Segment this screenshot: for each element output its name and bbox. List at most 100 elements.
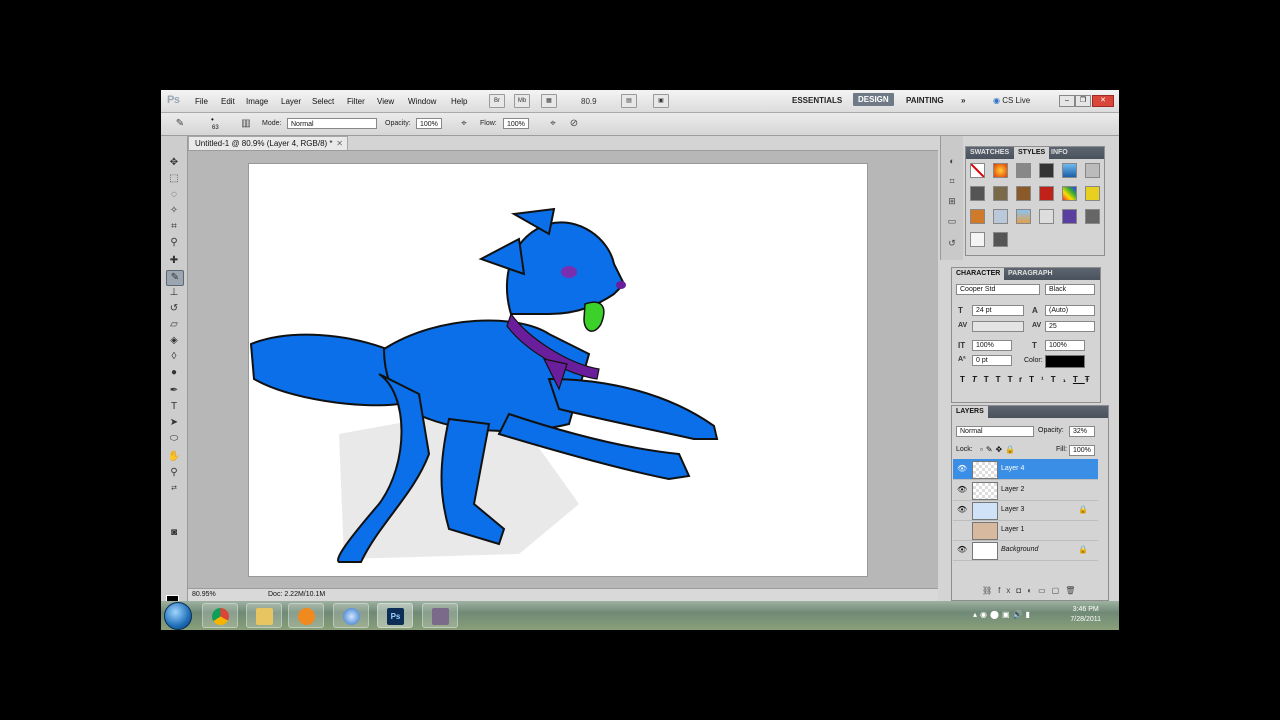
style-swatch[interactable]: [1016, 163, 1031, 178]
hand-tool-icon[interactable]: ✋: [166, 450, 182, 464]
cs-live-button[interactable]: ◉ CS Live: [993, 96, 1030, 105]
tablet-pressure-icon[interactable]: ⊘: [567, 117, 581, 131]
crop-tool-icon[interactable]: ⌗: [166, 220, 182, 234]
kerning-field[interactable]: [972, 321, 1024, 332]
font-size-field[interactable]: 24 pt: [972, 305, 1024, 316]
mini-bridge-icon[interactable]: ▭: [945, 214, 959, 228]
bridge-button[interactable]: Br: [489, 94, 505, 108]
add-mask-icon[interactable]: ◘: [1016, 586, 1027, 595]
marquee-tool-icon[interactable]: ⬚: [166, 172, 182, 186]
layer-row-background[interactable]: 👁 Background 🔒: [953, 540, 1098, 561]
style-swatch[interactable]: [1085, 186, 1100, 201]
strikethrough-button[interactable]: Ŧ: [1085, 375, 1097, 384]
lock-options-icon[interactable]: ▫✎✥🔒: [980, 445, 1018, 454]
style-swatch[interactable]: [1039, 186, 1054, 201]
airbrush-pressure-icon[interactable]: ⌖: [457, 117, 471, 131]
adjust-panel-icon[interactable]: ⊞: [945, 194, 959, 208]
layer-opacity-field[interactable]: 32%: [1069, 426, 1095, 437]
paint-bucket-tool-icon[interactable]: ◈: [166, 334, 182, 348]
visibility-eye-icon[interactable]: 👁: [957, 464, 967, 474]
tab-info[interactable]: INFO: [1047, 147, 1072, 159]
eyedropper-tool-icon[interactable]: ⚲: [166, 236, 182, 250]
vertical-scale-field[interactable]: 100%: [972, 340, 1012, 351]
style-none[interactable]: [970, 163, 985, 178]
canvas[interactable]: [249, 164, 867, 576]
taskbar-itunes[interactable]: [333, 603, 369, 628]
tab-styles[interactable]: STYLES: [1014, 147, 1050, 159]
blur-tool-icon[interactable]: ◊: [166, 350, 182, 364]
layer-name[interactable]: Layer 3: [1001, 506, 1024, 513]
style-swatch[interactable]: [1062, 163, 1077, 178]
more-workspaces-button[interactable]: »: [961, 96, 965, 105]
menu-layer[interactable]: Layer: [281, 97, 301, 106]
type-tool-icon[interactable]: T: [166, 400, 182, 414]
subscript-button[interactable]: T₁: [1051, 375, 1073, 384]
brush-tool-preset-icon[interactable]: ✎: [173, 117, 187, 131]
superscript-button[interactable]: T¹: [1029, 375, 1051, 384]
transform-panel-icon[interactable]: ⌗: [945, 174, 959, 188]
screen-mode-icon[interactable]: ▣: [653, 94, 669, 108]
blend-mode-select[interactable]: Normal: [956, 426, 1034, 437]
underline-button[interactable]: T: [1073, 375, 1085, 384]
menu-file[interactable]: File: [195, 97, 208, 106]
style-swatch[interactable]: [970, 209, 985, 224]
new-group-icon[interactable]: ▭: [1038, 586, 1052, 595]
baseline-shift-field[interactable]: 0 pt: [972, 355, 1012, 366]
zoom-percentage[interactable]: 80.95%: [192, 589, 216, 601]
fill-field[interactable]: 100%: [1069, 445, 1095, 456]
workspace-essentials[interactable]: ESSENTIALS: [792, 96, 842, 105]
workspace-design[interactable]: DESIGN: [853, 93, 894, 106]
visibility-eye-icon[interactable]: 👁: [957, 545, 967, 555]
leading-field[interactable]: (Auto): [1045, 305, 1095, 316]
menu-view[interactable]: View: [377, 97, 394, 106]
layer-name[interactable]: Layer 2: [1001, 486, 1024, 493]
layer-row-layer-3[interactable]: 👁 Layer 3 🔒: [953, 500, 1098, 521]
close-document-icon[interactable]: ✕: [336, 137, 343, 151]
tab-swatches[interactable]: SWATCHES: [966, 147, 1013, 159]
view-extras-icon[interactable]: ▦: [541, 94, 557, 108]
taskbar-photoshop[interactable]: Ps: [377, 603, 413, 628]
horizontal-scale-field[interactable]: 100%: [1045, 340, 1085, 351]
history-brush-tool-icon[interactable]: ↺: [166, 302, 182, 316]
tracking-field[interactable]: 25: [1045, 321, 1095, 332]
document-size-info[interactable]: Doc: 2.22M/10.1M: [268, 589, 325, 601]
style-swatch[interactable]: [1085, 163, 1100, 178]
restore-button[interactable]: ❐: [1075, 95, 1091, 107]
history-panel-icon[interactable]: ↺: [945, 236, 959, 250]
default-colors-icon[interactable]: ⇄: [166, 482, 182, 496]
mode-select[interactable]: Normal: [287, 118, 377, 129]
brush-size[interactable]: 63: [212, 125, 219, 131]
taskbar-chrome[interactable]: [202, 603, 238, 628]
style-swatch[interactable]: [993, 232, 1008, 247]
layer-row-layer-1[interactable]: Layer 1: [953, 520, 1098, 541]
system-tray-icons[interactable]: ▴◉⬤▣🔊▮: [973, 610, 1033, 619]
start-button[interactable]: [164, 602, 192, 630]
menu-select[interactable]: Select: [312, 97, 334, 106]
menu-window[interactable]: Window: [408, 97, 436, 106]
lasso-tool-icon[interactable]: ◌: [166, 188, 182, 202]
path-select-tool-icon[interactable]: ➤: [166, 416, 182, 430]
style-swatch[interactable]: [993, 186, 1008, 201]
visibility-eye-icon[interactable]: 👁: [957, 505, 967, 515]
color-panel-icon[interactable]: ◐: [945, 154, 959, 168]
brush-panel-icon[interactable]: ▥: [239, 117, 253, 131]
menu-edit[interactable]: Edit: [221, 97, 235, 106]
dodge-tool-icon[interactable]: ●: [166, 366, 182, 380]
workspace-painting[interactable]: PAINTING: [906, 96, 944, 105]
zoom-level[interactable]: 80.9: [581, 97, 597, 106]
healing-brush-tool-icon[interactable]: ✚: [166, 254, 182, 268]
style-swatch[interactable]: [993, 209, 1008, 224]
style-swatch[interactable]: [993, 163, 1008, 178]
mini-bridge-button[interactable]: Mb: [514, 94, 530, 108]
menu-image[interactable]: Image: [246, 97, 268, 106]
quick-mask-icon[interactable]: ◙: [166, 526, 182, 540]
flow-field[interactable]: 100%: [503, 118, 529, 129]
style-swatch[interactable]: [970, 232, 985, 247]
menu-help[interactable]: Help: [451, 97, 467, 106]
link-layers-icon[interactable]: ⛓: [982, 586, 998, 595]
tab-character[interactable]: CHARACTER: [952, 268, 1005, 280]
style-swatch[interactable]: [1062, 209, 1077, 224]
new-layer-icon[interactable]: ▢: [1052, 586, 1066, 595]
brush-tool-icon[interactable]: ✎: [166, 270, 184, 286]
font-family-select[interactable]: Cooper Std: [956, 284, 1040, 295]
